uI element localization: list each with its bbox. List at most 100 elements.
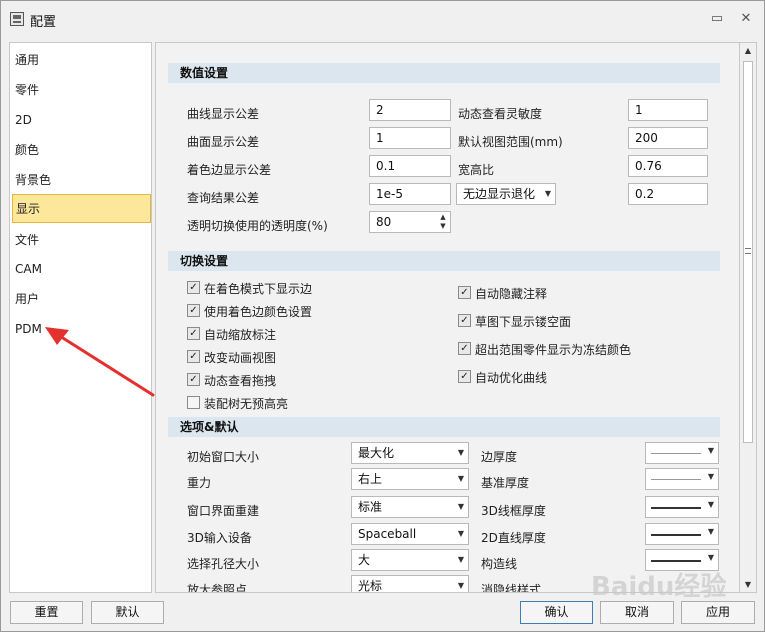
option-value: 右上 <box>358 472 383 486</box>
sidebar-item-cam[interactable]: CAM <box>12 255 151 283</box>
vertical-scrollbar[interactable]: ▲ ▼ <box>740 42 757 593</box>
checkbox[interactable]: ✓ <box>187 281 200 294</box>
option-label: 选择孔径大小 <box>187 557 260 571</box>
option-value: Spaceball <box>358 527 417 541</box>
option-select[interactable]: 标准 ▼ <box>351 496 469 518</box>
option-select[interactable]: Spaceball ▼ <box>351 523 469 545</box>
sidebar-item-file[interactable]: 文件 <box>12 226 151 254</box>
section-numeric-header: 数值设置 <box>168 63 720 83</box>
checkbox[interactable]: ✓ <box>458 370 471 383</box>
ok-button[interactable]: 确认 <box>520 601 593 624</box>
default-button[interactable]: 默认 <box>91 601 164 624</box>
option-label: 窗口界面重建 <box>187 504 260 518</box>
toggle-label: 自动缩放标注 <box>204 328 277 342</box>
toggle-label: 在着色模式下显示边 <box>204 282 313 296</box>
dyn-sens-label: 动态查看灵敏度 <box>458 107 543 121</box>
sidebar-item-user[interactable]: 用户 <box>12 285 151 313</box>
apply-button[interactable]: 应用 <box>681 601 755 624</box>
sidebar-item-background[interactable]: 背景色 <box>12 166 151 194</box>
spinner-arrows-icon[interactable]: ▲ ▼ <box>438 213 448 231</box>
settings-panel: 数值设置 曲线显示公差 2 动态查看灵敏度 1 曲面显示公差 1 默认视图范围(… <box>155 42 740 593</box>
close-icon[interactable]: ✕ <box>734 9 758 29</box>
line-preview <box>651 507 701 509</box>
toggle-label: 使用着色边颜色设置 <box>204 305 313 319</box>
query-tol-input[interactable]: 1e-5 <box>369 183 451 205</box>
window-title: 配置 <box>30 15 57 30</box>
option-select[interactable]: 右上 ▼ <box>351 468 469 490</box>
option-value: 最大化 <box>358 446 395 460</box>
sidebar-item-general[interactable]: 通用 <box>12 46 151 74</box>
transparency-label: 透明切换使用的透明度(%) <box>187 219 328 233</box>
option-label: 初始窗口大小 <box>187 450 260 464</box>
toggle-label: 自动优化曲线 <box>475 371 548 385</box>
checkbox[interactable]: ✓ <box>458 314 471 327</box>
view-range-label: 默认视图范围(mm) <box>458 135 563 149</box>
sidebar-item-part[interactable]: 零件 <box>12 76 151 104</box>
scroll-down-icon[interactable]: ▼ <box>743 580 753 590</box>
toggle-label: 动态查看拖拽 <box>204 374 277 388</box>
line-style-select[interactable]: ▼ <box>645 468 719 490</box>
chevron-down-icon: ▼ <box>457 448 464 457</box>
curve-tol-label: 曲线显示公差 <box>187 107 260 121</box>
option-label: 重力 <box>187 476 212 490</box>
checkbox[interactable]: ✓ <box>187 350 200 363</box>
reset-button[interactable]: 重置 <box>10 601 83 624</box>
checkbox[interactable]: ✓ <box>187 373 200 386</box>
surf-tol-input[interactable]: 1 <box>369 127 451 149</box>
chevron-down-icon: ▼ <box>544 189 551 198</box>
transparency-spinner[interactable]: 80 ▲ ▼ <box>369 211 451 233</box>
aspect-input[interactable]: 0.76 <box>628 155 708 177</box>
shade-edge-tol-input[interactable]: 0.1 <box>369 155 451 177</box>
option-select[interactable]: 光标 ▼ <box>351 575 469 592</box>
red-arrow-annotation <box>45 327 155 397</box>
cancel-button[interactable]: 取消 <box>600 601 674 624</box>
checkbox[interactable]: ✓ <box>458 342 471 355</box>
query-tol-label: 查询结果公差 <box>187 191 260 205</box>
chevron-down-icon: ▼ <box>707 527 714 536</box>
sidebar-item-display[interactable]: 显示 <box>12 194 151 223</box>
curve-tol-input[interactable]: 2 <box>369 99 451 121</box>
toggle-label: 超出范围零件显示为冻结颜色 <box>475 343 632 357</box>
grip-icon <box>745 248 751 254</box>
scroll-up-icon[interactable]: ▲ <box>743 46 753 56</box>
toggle-label: 装配树无预高亮 <box>204 397 289 411</box>
line-style-select[interactable]: ▼ <box>645 523 719 545</box>
option-right-label: 消隐线样式 <box>481 583 542 593</box>
line-style-select[interactable]: ▼ <box>645 442 719 464</box>
dyn-sens-input[interactable]: 1 <box>628 99 708 121</box>
option-label: 放大参照点 <box>187 583 248 593</box>
toggle-label: 草图下显示镂空面 <box>475 315 572 329</box>
chevron-down-icon: ▼ <box>707 553 714 562</box>
edge-fallback-input[interactable]: 0.2 <box>628 183 708 205</box>
checkbox[interactable]: ✓ <box>187 304 200 317</box>
sidebar-item-2d[interactable]: 2D <box>12 106 151 134</box>
edge-fallback-select[interactable]: 无边显示退化 ▼ <box>456 183 556 205</box>
view-range-input[interactable]: 200 <box>628 127 708 149</box>
section-toggles-header: 切换设置 <box>168 251 720 271</box>
line-preview <box>651 560 701 562</box>
option-select[interactable]: 大 ▼ <box>351 549 469 571</box>
line-style-select[interactable]: ▼ <box>645 496 719 518</box>
chevron-down-icon: ▼ <box>457 581 464 590</box>
option-label: 3D输入设备 <box>187 531 252 545</box>
checkbox[interactable]: ✓ <box>187 396 200 409</box>
restore-icon[interactable]: ▭ <box>705 9 729 29</box>
chevron-down-icon: ▼ <box>457 555 464 564</box>
shade-edge-tol-label: 着色边显示公差 <box>187 163 272 177</box>
chevron-down-icon: ▼ <box>457 502 464 511</box>
chevron-down-icon: ▼ <box>707 446 714 455</box>
checkbox[interactable]: ✓ <box>187 327 200 340</box>
option-right-label: 构造线 <box>481 557 518 571</box>
option-right-label: 基准厚度 <box>481 476 530 490</box>
option-select[interactable]: 最大化 ▼ <box>351 442 469 464</box>
section-options-header: 选项&默认 <box>168 417 720 437</box>
config-dialog: 配置 ▭ ✕ 通用 零件 2D 颜色 背景色 显示 文件 CAM 用户 PDM … <box>0 0 765 632</box>
surf-tol-label: 曲面显示公差 <box>187 135 260 149</box>
sidebar-item-color[interactable]: 颜色 <box>12 136 151 164</box>
edge-fallback-value: 无边显示退化 <box>463 187 536 201</box>
option-right-label: 边厚度 <box>481 450 518 464</box>
scroll-thumb[interactable] <box>743 61 753 443</box>
checkbox[interactable]: ✓ <box>458 286 471 299</box>
transparency-value: 80 <box>376 215 392 229</box>
option-value: 标准 <box>358 500 383 514</box>
